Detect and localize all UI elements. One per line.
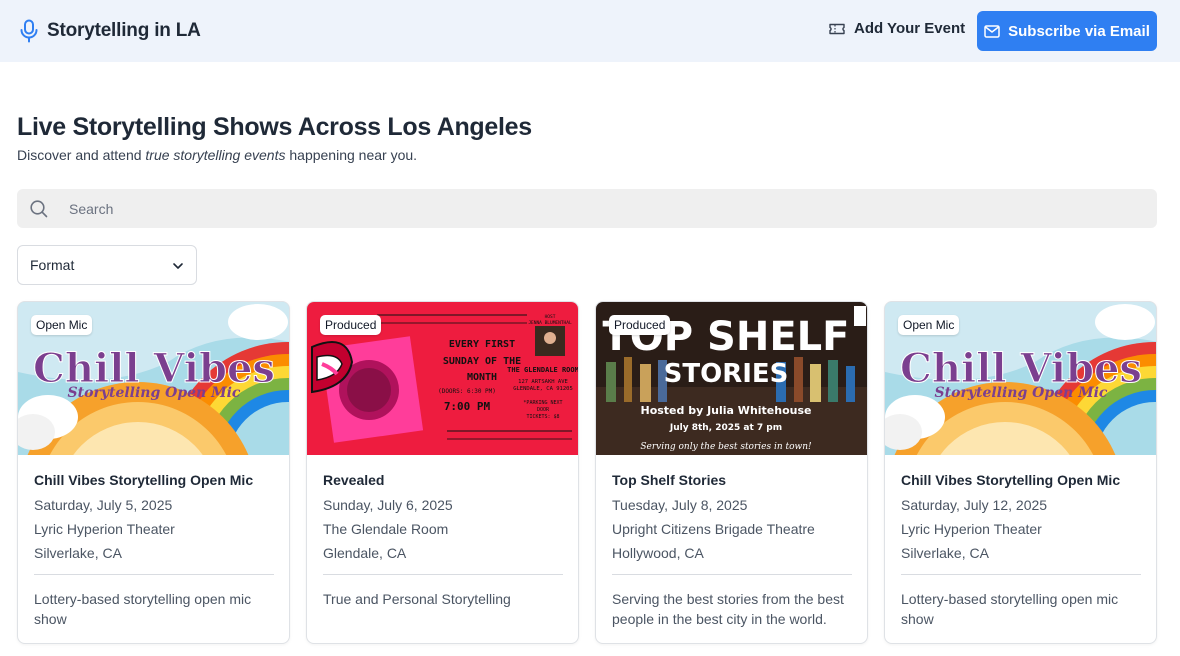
microphone-icon [20, 19, 38, 43]
poster-line: MONTH [467, 372, 497, 383]
event-venue: Lyric Hyperion Theater [34, 521, 175, 537]
page-title: Live Storytelling Shows Across Los Angel… [17, 113, 532, 141]
poster-address: GLENDALE, CA 91205 [513, 386, 573, 392]
poster-venue: THE GLENDALE ROOM [507, 366, 579, 374]
event-city: Glendale, CA [323, 545, 407, 561]
event-card[interactable]: TOP SHELF STORIES Hosted by Julia Whiteh… [595, 301, 868, 644]
poster-parking: *PARKING NEXT [523, 400, 562, 406]
poster-address: 127 ARTSAKH AVE [518, 379, 568, 385]
poster-subtitle: STORIES [664, 359, 789, 389]
event-description: Lottery-based storytelling open mic show [34, 591, 252, 627]
poster-when: July 8th, 2025 at 7 pm [669, 423, 782, 433]
search-input[interactable] [69, 189, 1139, 228]
subtitle-emphasis: true storytelling events [145, 147, 286, 163]
event-title: Top Shelf Stories [612, 472, 727, 488]
poster-tickets: TICKETS: $8 [526, 414, 559, 420]
add-event-link[interactable]: Add Your Event [829, 20, 965, 37]
card-divider [901, 574, 1141, 575]
event-title: Chill Vibes Storytelling Open Mic [901, 472, 1121, 488]
page-subtitle: Discover and attend true storytelling ev… [17, 147, 417, 163]
subscribe-label: Subscribe via Email [1008, 22, 1150, 40]
event-card[interactable]: Chill Vibes Storytelling Open Mic Open M… [17, 301, 290, 644]
event-description: Serving the best stories from the best p… [612, 591, 844, 627]
event-title: Revealed [323, 472, 385, 488]
add-event-label: Add Your Event [854, 20, 966, 37]
event-venue: The Glendale Room [323, 521, 449, 537]
format-badge: Produced [609, 315, 671, 335]
ticket-icon [829, 23, 845, 34]
event-venue: Lyric Hyperion Theater [901, 521, 1042, 537]
subtitle-text: Discover and attend [17, 147, 146, 163]
search-bar [17, 189, 1157, 228]
poster-line: (DOORS: 6:30 PM) [438, 388, 496, 395]
poster-subtitle: Storytelling Open Mic [68, 385, 241, 401]
event-venue: Upright Citizens Brigade Theatre [612, 521, 815, 537]
poster-host: Hosted by Julia Whitehouse [640, 404, 811, 417]
poster-line: EVERY FIRST [449, 339, 515, 350]
event-city: Silverlake, CA [34, 545, 122, 561]
poster-line: 7:00 PM [444, 400, 491, 413]
poster-tagline: Serving only the best stories in town! [640, 442, 812, 452]
event-city: Silverlake, CA [901, 545, 989, 561]
card-divider [323, 574, 563, 575]
event-description: True and Personal Storytelling [323, 591, 511, 607]
event-date: Sunday, July 6, 2025 [323, 497, 453, 513]
poster-host-name: JENNA BLUMENTHAL [528, 320, 572, 326]
site-header: Storytelling in LA Add Your Event Subscr… [0, 0, 1180, 62]
chevron-down-icon [173, 263, 183, 269]
event-date: Saturday, July 12, 2025 [901, 497, 1048, 513]
format-badge: Open Mic [31, 315, 93, 335]
poster-host: HOST [545, 314, 556, 320]
event-city: Hollywood, CA [612, 545, 704, 561]
format-badge: Produced [320, 315, 382, 335]
mail-icon [984, 24, 1000, 38]
search-icon [30, 200, 48, 218]
card-divider [612, 574, 852, 575]
poster-subtitle: Storytelling Open Mic [935, 385, 1108, 401]
brand[interactable]: Storytelling in LA [19, 19, 201, 43]
poster-parking: DOOR [537, 407, 550, 413]
event-card[interactable]: Chill Vibes Storytelling Open Mic Open M… [884, 301, 1157, 644]
subscribe-button[interactable]: Subscribe via Email [977, 11, 1157, 51]
event-date: Tuesday, July 8, 2025 [612, 497, 748, 513]
event-description: Lottery-based storytelling open mic show [901, 591, 1119, 627]
event-title: Chill Vibes Storytelling Open Mic [34, 472, 254, 488]
format-select[interactable]: Format [17, 245, 197, 285]
event-card[interactable]: EVERY FIRST SUNDAY OF THE MONTH (DOORS: … [306, 301, 579, 644]
card-divider [34, 574, 274, 575]
brand-name: Storytelling in LA [47, 20, 201, 41]
subtitle-text-end: happening near you. [285, 147, 418, 163]
format-label: Format [30, 257, 75, 273]
event-date: Saturday, July 5, 2025 [34, 497, 173, 513]
format-badge: Open Mic [898, 315, 960, 335]
